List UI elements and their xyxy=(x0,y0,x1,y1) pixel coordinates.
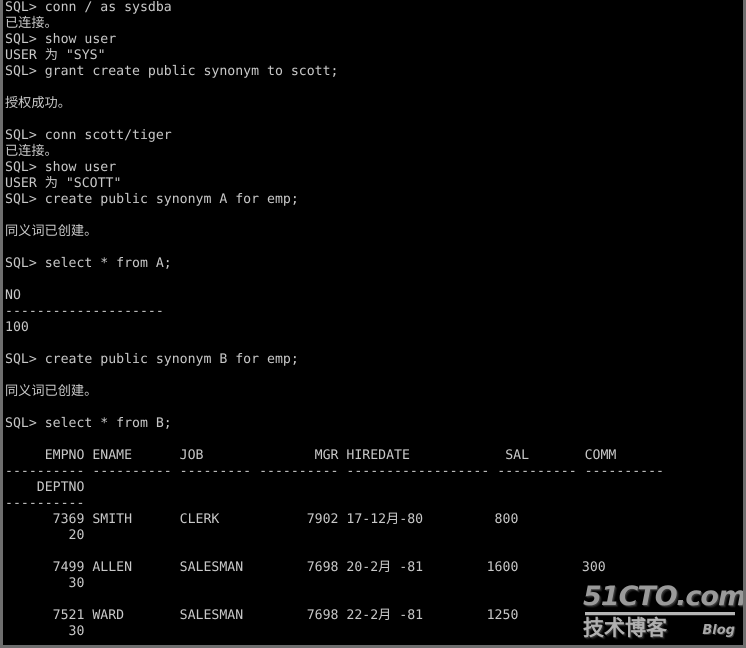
terminal-line: 7369 SMITH CLERK 7902 17-12月-80 800 xyxy=(5,512,519,527)
terminal-line: SQL> grant create public synonym to scot… xyxy=(5,64,339,79)
terminal-line: SQL> select * from A; xyxy=(5,256,172,271)
terminal-line: 7499 ALLEN SALESMAN 7698 20-2月 -81 1600 … xyxy=(5,560,606,575)
terminal-line: SQL> conn scott/tiger xyxy=(5,128,172,143)
terminal-line: 授权成功。 xyxy=(5,96,71,111)
terminal-line: SQL> conn / as sysdba xyxy=(5,0,172,15)
terminal-output: SQL> conn / as sysdba 已连接。 SQL> show user U… xyxy=(5,0,743,640)
terminal-line: USER 为 "SCOTT" xyxy=(5,176,122,191)
terminal-line: 已连接。 xyxy=(5,16,58,31)
terminal-line: ---------- ---------- --------- --------… xyxy=(5,464,664,479)
terminal-line: ---------- xyxy=(5,496,85,511)
terminal-line: 30 xyxy=(5,576,85,591)
terminal-line: 30 xyxy=(5,624,85,639)
terminal-line: NO xyxy=(5,288,21,303)
terminal-line: 已连接。 xyxy=(5,144,58,159)
terminal-window[interactable]: SQL> conn / as sysdba 已连接。 SQL> show user U… xyxy=(0,0,746,648)
terminal-line: -------------------- xyxy=(5,304,164,319)
terminal-line: 同义词已创建。 xyxy=(5,224,98,239)
terminal-screen[interactable]: SQL> conn / as sysdba 已连接。 SQL> show user U… xyxy=(3,0,743,645)
terminal-line: SQL> create public synonym A for emp; xyxy=(5,192,299,207)
terminal-line: SQL> create public synonym B for emp; xyxy=(5,352,299,367)
terminal-line: SQL> select * from B; xyxy=(5,416,172,431)
terminal-line: DEPTNO xyxy=(5,480,85,495)
terminal-line: 20 xyxy=(5,528,85,543)
terminal-line: 同义词已创建。 xyxy=(5,384,98,399)
terminal-line: SQL> show user xyxy=(5,32,117,47)
terminal-line: 100 xyxy=(5,320,29,335)
terminal-line: 7521 WARD SALESMAN 7698 22-2月 -81 1250 xyxy=(5,608,519,623)
terminal-line: USER 为 "SYS" xyxy=(5,48,106,63)
terminal-line: SQL> show user xyxy=(5,160,117,175)
terminal-line: EMPNO ENAME JOB MGR HIREDATE SAL COMM xyxy=(5,448,617,463)
